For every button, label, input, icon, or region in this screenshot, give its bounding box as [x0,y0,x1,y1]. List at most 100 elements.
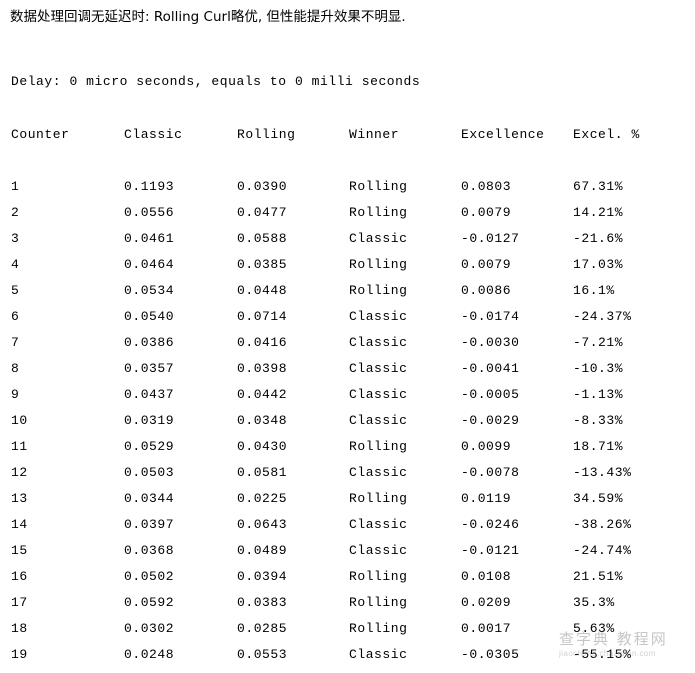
table-row: 6 0.0540 0.0714 Classic -0.0174 -24.37% [0,309,695,335]
cell-rolling: 0.0643 [237,517,288,532]
cell-counter: 12 [11,465,28,480]
cell-winner: Classic [349,335,408,350]
cell-rolling: 0.0385 [237,257,288,272]
table-row: 18 0.0302 0.0285 Rolling 0.0017 5.63% [0,621,695,647]
cell-excellence: 0.0119 [461,491,512,506]
cell-counter: 7 [11,335,20,350]
cell-rolling: 0.0448 [237,283,288,298]
cell-classic: 0.0540 [124,309,175,324]
cell-excellence: -0.0121 [461,543,520,558]
cell-counter: 15 [11,543,28,558]
cell-rolling: 0.0285 [237,621,288,636]
cell-excellence: 0.0017 [461,621,512,636]
column-header-counter: Counter [11,127,70,142]
table-row: 5 0.0534 0.0448 Rolling 0.0086 16.1% [0,283,695,309]
cell-excel-percent: -1.13% [573,387,624,402]
cell-winner: Classic [349,387,408,402]
cell-counter: 3 [11,231,20,246]
cell-counter: 5 [11,283,20,298]
cell-counter: 17 [11,595,28,610]
cell-excel-percent: 35.3% [573,595,615,610]
cell-excellence: 0.0108 [461,569,512,584]
cell-winner: Rolling [349,491,408,506]
table-row: 2 0.0556 0.0477 Rolling 0.0079 14.21% [0,205,695,231]
cell-rolling: 0.0430 [237,439,288,454]
table-body: 1 0.1193 0.0390 Rolling 0.0803 67.31% 2 0.0556 0… [0,179,695,673]
cell-rolling: 0.0398 [237,361,288,376]
cell-winner: Classic [349,309,408,324]
cell-excel-percent: -38.26% [573,517,632,532]
cell-excel-percent: 5.63% [573,621,615,636]
cell-excel-percent: -13.43% [573,465,632,480]
cell-excel-percent: -24.37% [573,309,632,324]
table-row: 1 0.1193 0.0390 Rolling 0.0803 67.31% [0,179,695,205]
cell-winner: Classic [349,361,408,376]
cell-classic: 0.0319 [124,413,175,428]
cell-rolling: 0.0225 [237,491,288,506]
table-row: 9 0.0437 0.0442 Classic -0.0005 -1.13% [0,387,695,413]
cell-excel-percent: 16.1% [573,283,615,298]
cell-classic: 0.1193 [124,179,175,194]
cell-rolling: 0.0489 [237,543,288,558]
cell-winner: Classic [349,413,408,428]
cell-excel-percent: 21.51% [573,569,624,584]
cell-classic: 0.0386 [124,335,175,350]
cell-excellence: 0.0099 [461,439,512,454]
column-header-winner: Winner [349,127,400,142]
cell-excellence: -0.0041 [461,361,520,376]
cell-excellence: -0.0305 [461,647,520,662]
cell-excellence: -0.0246 [461,517,520,532]
table-row: 8 0.0357 0.0398 Classic -0.0041 -10.3% [0,361,695,387]
cell-excel-percent: 18.71% [573,439,624,454]
cell-winner: Classic [349,231,408,246]
table-row: 19 0.0248 0.0553 Classic -0.0305 -55.15% [0,647,695,673]
cell-classic: 0.0368 [124,543,175,558]
cell-classic: 0.0437 [124,387,175,402]
cell-excel-percent: -10.3% [573,361,624,376]
cell-excellence: -0.0005 [461,387,520,402]
cell-counter: 10 [11,413,28,428]
cell-excel-percent: 34.59% [573,491,624,506]
cell-counter: 14 [11,517,28,532]
column-header-classic: Classic [124,127,183,142]
table-row: 10 0.0319 0.0348 Classic -0.0029 -8.33% [0,413,695,439]
table-row: 14 0.0397 0.0643 Classic -0.0246 -38.26% [0,517,695,543]
table-row: 13 0.0344 0.0225 Rolling 0.0119 34.59% [0,491,695,517]
cell-rolling: 0.0714 [237,309,288,324]
cell-excellence: -0.0030 [461,335,520,350]
cell-counter: 8 [11,361,20,376]
cell-classic: 0.0302 [124,621,175,636]
cell-counter: 9 [11,387,20,402]
column-header-rolling: Rolling [237,127,296,142]
cell-winner: Rolling [349,569,408,584]
delay-status-text: Delay: 0 micro seconds, equals to 0 mill… [11,74,421,89]
cell-classic: 0.0344 [124,491,175,506]
cell-excellence: -0.0127 [461,231,520,246]
cell-classic: 0.0248 [124,647,175,662]
cell-classic: 0.0556 [124,205,175,220]
cell-rolling: 0.0553 [237,647,288,662]
table-row: 17 0.0592 0.0383 Rolling 0.0209 35.3% [0,595,695,621]
cell-rolling: 0.0383 [237,595,288,610]
cell-rolling: 0.0416 [237,335,288,350]
cell-counter: 16 [11,569,28,584]
cell-excel-percent: -24.74% [573,543,632,558]
divider-middle: ----------------------------------------… [11,108,686,110]
column-header-excel-percent: Excel. % [573,127,640,142]
cell-counter: 2 [11,205,20,220]
cell-classic: 0.0503 [124,465,175,480]
table-row: 15 0.0368 0.0489 Classic -0.0121 -24.74% [0,543,695,569]
cell-classic: 0.0529 [124,439,175,454]
cell-excellence: 0.0803 [461,179,512,194]
cell-rolling: 0.0394 [237,569,288,584]
cell-winner: Classic [349,465,408,480]
cell-rolling: 0.0477 [237,205,288,220]
cell-winner: Rolling [349,621,408,636]
table-row: 3 0.0461 0.0588 Classic -0.0127 -21.6% [0,231,695,257]
cell-excellence: 0.0086 [461,283,512,298]
cell-counter: 11 [11,439,28,454]
cell-excellence: 0.0079 [461,257,512,272]
table-row: 4 0.0464 0.0385 Rolling 0.0079 17.03% [0,257,695,283]
cell-excel-percent: 67.31% [573,179,624,194]
cell-winner: Rolling [349,257,408,272]
